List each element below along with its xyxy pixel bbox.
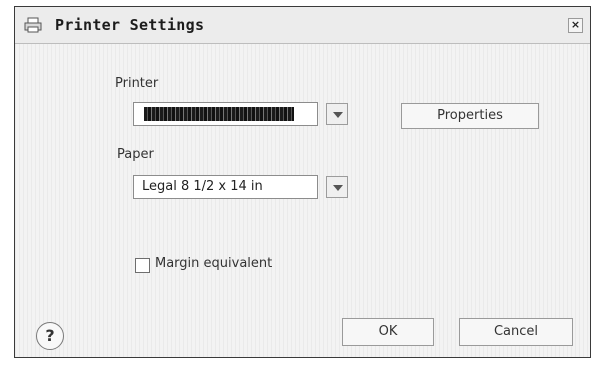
paper-selected-value: Legal 8 1/2 x 14 in [142,179,263,194]
paper-label: Paper [117,147,154,162]
printer-settings-dialog: Printer Settings × Printer Properties Pa… [14,6,591,358]
title-bar[interactable]: Printer Settings × [15,7,590,44]
printer-select[interactable] [133,102,318,126]
dialog-title: Printer Settings [55,16,205,34]
close-icon[interactable]: × [568,18,583,33]
printer-dropdown-button[interactable] [326,103,348,125]
help-icon[interactable]: ? [36,322,64,350]
printer-icon [24,16,42,34]
chevron-down-icon [333,185,343,191]
chevron-down-icon [333,112,343,118]
margin-equivalent-checkbox[interactable] [135,258,150,273]
margin-equivalent-label: Margin equivalent [155,256,273,271]
properties-button[interactable]: Properties [401,103,539,129]
cancel-button[interactable]: Cancel [459,318,573,346]
dialog-body: Printer Properties Paper Legal 8 1/2 x 1… [15,44,590,357]
ok-button[interactable]: OK [342,318,434,346]
paper-select[interactable]: Legal 8 1/2 x 14 in [133,175,318,199]
redacted-printer-name [144,107,294,121]
printer-label: Printer [115,76,159,91]
paper-dropdown-button[interactable] [326,176,348,198]
